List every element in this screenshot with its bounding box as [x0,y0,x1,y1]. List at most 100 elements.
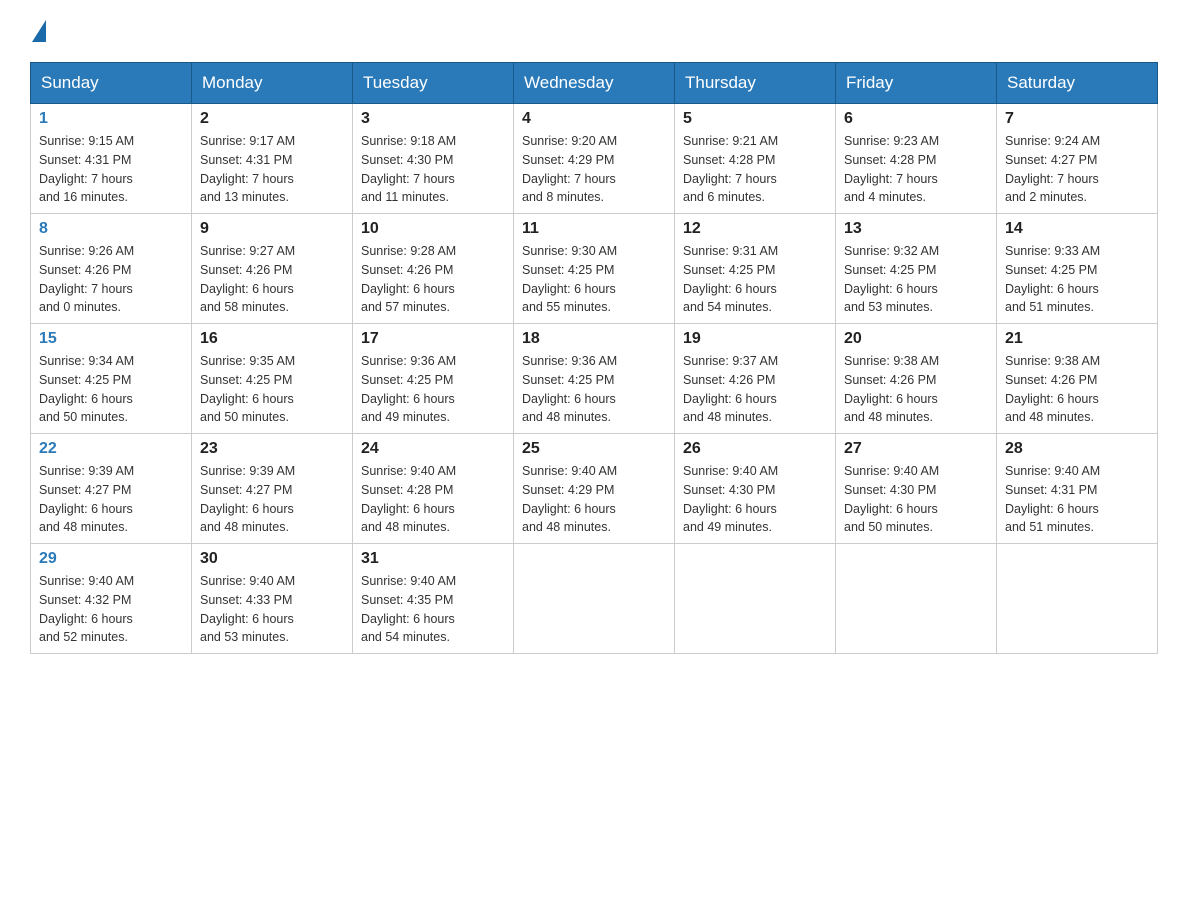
calendar-cell: 19 Sunrise: 9:37 AMSunset: 4:26 PMDaylig… [675,324,836,434]
day-info: Sunrise: 9:31 AMSunset: 4:25 PMDaylight:… [683,242,827,317]
day-number: 21 [1005,330,1149,348]
calendar-cell: 27 Sunrise: 9:40 AMSunset: 4:30 PMDaylig… [836,434,997,544]
logo [30,20,48,42]
calendar-cell: 30 Sunrise: 9:40 AMSunset: 4:33 PMDaylig… [192,544,353,654]
day-number: 6 [844,110,988,128]
day-number: 1 [39,110,183,128]
calendar-cell: 16 Sunrise: 9:35 AMSunset: 4:25 PMDaylig… [192,324,353,434]
calendar-cell: 1 Sunrise: 9:15 AMSunset: 4:31 PMDayligh… [31,104,192,214]
day-number: 3 [361,110,505,128]
calendar-cell: 25 Sunrise: 9:40 AMSunset: 4:29 PMDaylig… [514,434,675,544]
day-number: 31 [361,550,505,568]
day-number: 14 [1005,220,1149,238]
day-number: 24 [361,440,505,458]
calendar-cell: 14 Sunrise: 9:33 AMSunset: 4:25 PMDaylig… [997,214,1158,324]
calendar-cell [836,544,997,654]
calendar-cell: 23 Sunrise: 9:39 AMSunset: 4:27 PMDaylig… [192,434,353,544]
day-number: 9 [200,220,344,238]
day-number: 15 [39,330,183,348]
day-info: Sunrise: 9:36 AMSunset: 4:25 PMDaylight:… [522,352,666,427]
calendar-header-saturday: Saturday [997,63,1158,104]
day-number: 5 [683,110,827,128]
day-info: Sunrise: 9:26 AMSunset: 4:26 PMDaylight:… [39,242,183,317]
calendar-cell: 15 Sunrise: 9:34 AMSunset: 4:25 PMDaylig… [31,324,192,434]
day-number: 16 [200,330,344,348]
day-number: 8 [39,220,183,238]
calendar-cell: 21 Sunrise: 9:38 AMSunset: 4:26 PMDaylig… [997,324,1158,434]
day-info: Sunrise: 9:30 AMSunset: 4:25 PMDaylight:… [522,242,666,317]
day-info: Sunrise: 9:23 AMSunset: 4:28 PMDaylight:… [844,132,988,207]
day-number: 30 [200,550,344,568]
day-number: 7 [1005,110,1149,128]
day-info: Sunrise: 9:40 AMSunset: 4:29 PMDaylight:… [522,462,666,537]
calendar-cell [514,544,675,654]
calendar-cell: 5 Sunrise: 9:21 AMSunset: 4:28 PMDayligh… [675,104,836,214]
calendar-header-wednesday: Wednesday [514,63,675,104]
day-number: 17 [361,330,505,348]
calendar-cell: 28 Sunrise: 9:40 AMSunset: 4:31 PMDaylig… [997,434,1158,544]
day-number: 25 [522,440,666,458]
day-info: Sunrise: 9:38 AMSunset: 4:26 PMDaylight:… [1005,352,1149,427]
calendar-cell: 29 Sunrise: 9:40 AMSunset: 4:32 PMDaylig… [31,544,192,654]
page-header [30,20,1158,42]
calendar-header-friday: Friday [836,63,997,104]
calendar-body: 1 Sunrise: 9:15 AMSunset: 4:31 PMDayligh… [31,104,1158,654]
day-info: Sunrise: 9:33 AMSunset: 4:25 PMDaylight:… [1005,242,1149,317]
day-number: 18 [522,330,666,348]
day-info: Sunrise: 9:40 AMSunset: 4:33 PMDaylight:… [200,572,344,647]
day-info: Sunrise: 9:40 AMSunset: 4:32 PMDaylight:… [39,572,183,647]
day-number: 10 [361,220,505,238]
calendar-cell: 3 Sunrise: 9:18 AMSunset: 4:30 PMDayligh… [353,104,514,214]
calendar-cell [997,544,1158,654]
day-info: Sunrise: 9:35 AMSunset: 4:25 PMDaylight:… [200,352,344,427]
day-info: Sunrise: 9:40 AMSunset: 4:28 PMDaylight:… [361,462,505,537]
day-number: 4 [522,110,666,128]
day-info: Sunrise: 9:18 AMSunset: 4:30 PMDaylight:… [361,132,505,207]
calendar-cell: 18 Sunrise: 9:36 AMSunset: 4:25 PMDaylig… [514,324,675,434]
calendar-cell: 13 Sunrise: 9:32 AMSunset: 4:25 PMDaylig… [836,214,997,324]
calendar-cell: 6 Sunrise: 9:23 AMSunset: 4:28 PMDayligh… [836,104,997,214]
calendar-cell: 4 Sunrise: 9:20 AMSunset: 4:29 PMDayligh… [514,104,675,214]
calendar-cell: 20 Sunrise: 9:38 AMSunset: 4:26 PMDaylig… [836,324,997,434]
calendar-cell: 24 Sunrise: 9:40 AMSunset: 4:28 PMDaylig… [353,434,514,544]
day-info: Sunrise: 9:17 AMSunset: 4:31 PMDaylight:… [200,132,344,207]
day-info: Sunrise: 9:15 AMSunset: 4:31 PMDaylight:… [39,132,183,207]
day-number: 12 [683,220,827,238]
day-info: Sunrise: 9:21 AMSunset: 4:28 PMDaylight:… [683,132,827,207]
day-number: 11 [522,220,666,238]
calendar-cell: 2 Sunrise: 9:17 AMSunset: 4:31 PMDayligh… [192,104,353,214]
calendar-cell: 31 Sunrise: 9:40 AMSunset: 4:35 PMDaylig… [353,544,514,654]
day-info: Sunrise: 9:32 AMSunset: 4:25 PMDaylight:… [844,242,988,317]
calendar-cell [675,544,836,654]
day-number: 27 [844,440,988,458]
day-info: Sunrise: 9:28 AMSunset: 4:26 PMDaylight:… [361,242,505,317]
day-info: Sunrise: 9:37 AMSunset: 4:26 PMDaylight:… [683,352,827,427]
day-info: Sunrise: 9:24 AMSunset: 4:27 PMDaylight:… [1005,132,1149,207]
calendar-week-4: 22 Sunrise: 9:39 AMSunset: 4:27 PMDaylig… [31,434,1158,544]
day-info: Sunrise: 9:40 AMSunset: 4:30 PMDaylight:… [844,462,988,537]
calendar-header-sunday: Sunday [31,63,192,104]
day-number: 19 [683,330,827,348]
day-info: Sunrise: 9:40 AMSunset: 4:35 PMDaylight:… [361,572,505,647]
day-number: 28 [1005,440,1149,458]
day-number: 20 [844,330,988,348]
day-info: Sunrise: 9:27 AMSunset: 4:26 PMDaylight:… [200,242,344,317]
day-number: 26 [683,440,827,458]
day-number: 2 [200,110,344,128]
logo-triangle-icon [32,20,46,42]
calendar-week-2: 8 Sunrise: 9:26 AMSunset: 4:26 PMDayligh… [31,214,1158,324]
calendar-header-tuesday: Tuesday [353,63,514,104]
day-number: 22 [39,440,183,458]
day-info: Sunrise: 9:39 AMSunset: 4:27 PMDaylight:… [200,462,344,537]
calendar-cell: 9 Sunrise: 9:27 AMSunset: 4:26 PMDayligh… [192,214,353,324]
calendar-cell: 22 Sunrise: 9:39 AMSunset: 4:27 PMDaylig… [31,434,192,544]
day-info: Sunrise: 9:39 AMSunset: 4:27 PMDaylight:… [39,462,183,537]
calendar-week-5: 29 Sunrise: 9:40 AMSunset: 4:32 PMDaylig… [31,544,1158,654]
calendar-cell: 8 Sunrise: 9:26 AMSunset: 4:26 PMDayligh… [31,214,192,324]
day-info: Sunrise: 9:40 AMSunset: 4:30 PMDaylight:… [683,462,827,537]
calendar-header-thursday: Thursday [675,63,836,104]
day-number: 29 [39,550,183,568]
calendar-header-row: SundayMondayTuesdayWednesdayThursdayFrid… [31,63,1158,104]
day-info: Sunrise: 9:36 AMSunset: 4:25 PMDaylight:… [361,352,505,427]
day-info: Sunrise: 9:20 AMSunset: 4:29 PMDaylight:… [522,132,666,207]
